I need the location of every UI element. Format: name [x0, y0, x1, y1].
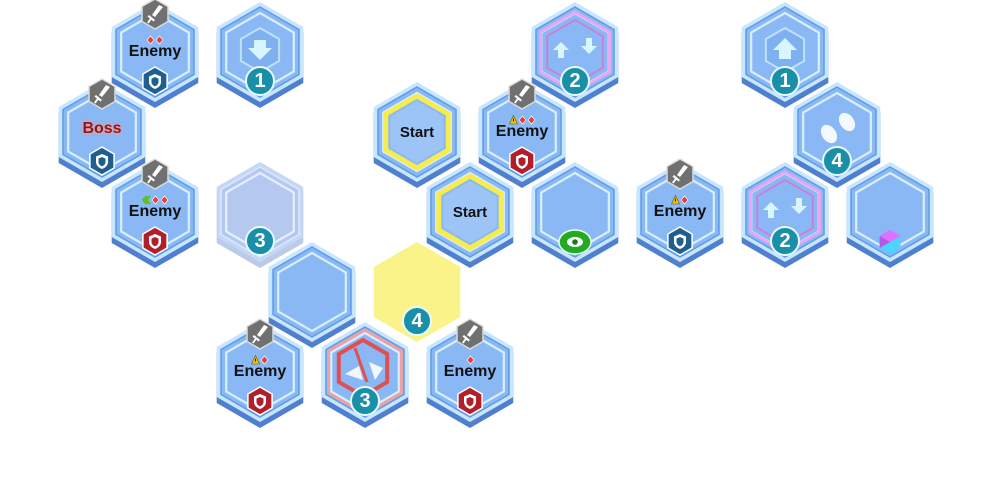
hex-tile-enemy[interactable]: Enemy [210, 318, 310, 428]
hex-tile-enemy[interactable]: Enemy [630, 158, 730, 268]
red-shield-icon [455, 386, 485, 416]
sword-icon [139, 158, 171, 190]
hex-tile-eye[interactable] [525, 162, 625, 268]
step-number-badge: 3 [350, 386, 380, 416]
threat-marks-icon [105, 192, 205, 205]
boss-label: Boss [82, 120, 122, 137]
start-label: Start [452, 204, 488, 221]
sword-icon [454, 318, 486, 350]
threat-marks-icon [210, 352, 310, 365]
sword-icon [664, 158, 696, 190]
sword-icon [244, 318, 276, 350]
hex-tile-enemy[interactable]: Enemy [420, 318, 520, 428]
red-shield-icon [245, 386, 275, 416]
red-shield-icon [140, 226, 170, 256]
threat-marks-icon [420, 352, 520, 365]
sword-icon [86, 78, 118, 110]
sword-icon [506, 78, 538, 110]
sword-icon [139, 0, 171, 30]
threat-marks-icon [472, 112, 572, 125]
start-label: Start [399, 124, 435, 141]
enemy-label: Enemy [128, 203, 182, 220]
step-number-badge: 2 [770, 226, 800, 256]
blue-shield-icon [665, 226, 695, 256]
enemy-label: Enemy [653, 203, 707, 220]
enemy-label: Enemy [495, 123, 549, 140]
step-number-badge: 1 [245, 66, 275, 96]
game-board: Enemy 1 Boss Enemy 3 Enemy 3 4 Enemy Start Start 2 E… [0, 0, 997, 480]
hex-tile-swap[interactable]: 2 [735, 162, 835, 268]
hex-tile-gem[interactable] [840, 162, 940, 268]
enemy-label: Enemy [443, 363, 497, 380]
enemy-label: Enemy [233, 363, 287, 380]
threat-marks-icon [630, 192, 730, 205]
hex-tile-enemy[interactable]: Enemy [105, 158, 205, 268]
threat-marks-icon [105, 32, 205, 45]
hex-tile-arrow-down[interactable]: 1 [210, 2, 310, 108]
enemy-label: Enemy [128, 43, 182, 60]
